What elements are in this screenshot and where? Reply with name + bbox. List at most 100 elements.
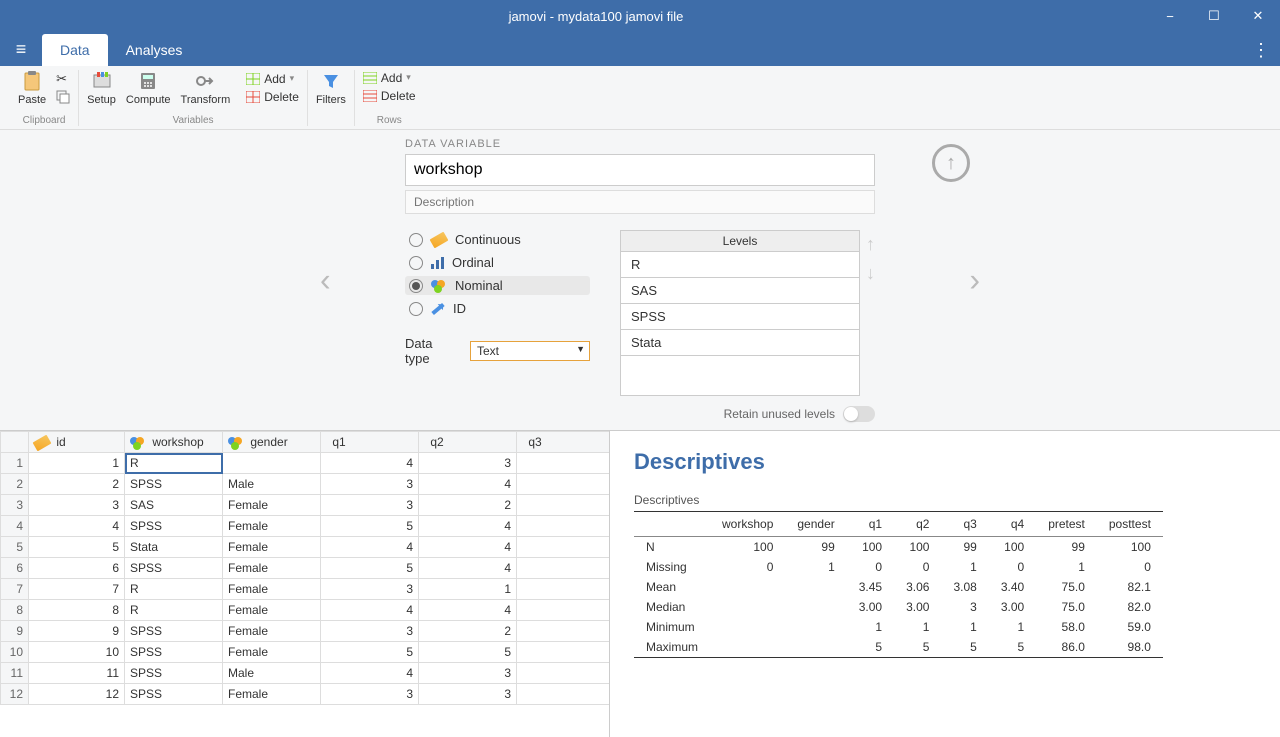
cell[interactable]: 9 xyxy=(29,621,125,642)
row-number[interactable]: 10 xyxy=(1,642,29,663)
close-button[interactable]: ✕ xyxy=(1236,0,1280,32)
cell[interactable]: Female xyxy=(223,600,321,621)
collapse-editor-button[interactable]: ↑ xyxy=(932,144,970,182)
overflow-menu-button[interactable]: ⋮ xyxy=(1252,40,1270,61)
paste-button[interactable]: Paste xyxy=(18,70,46,106)
cell[interactable]: Female xyxy=(223,684,321,705)
row-number[interactable]: 2 xyxy=(1,474,29,495)
cell[interactable]: SPSS xyxy=(125,474,223,495)
level-item[interactable]: R xyxy=(620,252,860,278)
cell[interactable]: 3 xyxy=(321,621,419,642)
cell[interactable]: SAS xyxy=(125,495,223,516)
cell[interactable] xyxy=(517,495,611,516)
cell[interactable]: Male xyxy=(223,663,321,684)
cell[interactable]: Female xyxy=(223,558,321,579)
row-number[interactable]: 5 xyxy=(1,537,29,558)
row-number[interactable]: 4 xyxy=(1,516,29,537)
row-number[interactable]: 6 xyxy=(1,558,29,579)
tab-analyses[interactable]: Analyses xyxy=(108,34,201,66)
row-number[interactable]: 3 xyxy=(1,495,29,516)
cell[interactable]: 3 xyxy=(321,474,419,495)
spreadsheet[interactable]: id workshop gender q1 q2 q3 11R4322SPSSM… xyxy=(0,431,610,737)
cell[interactable]: 6 xyxy=(29,558,125,579)
column-header-gender[interactable]: gender xyxy=(223,432,321,453)
cell[interactable]: 4 xyxy=(419,537,517,558)
cell[interactable]: 5 xyxy=(29,537,125,558)
cell[interactable]: 4 xyxy=(419,516,517,537)
cell[interactable] xyxy=(517,453,611,474)
cell[interactable]: 11 xyxy=(29,663,125,684)
column-header-q2[interactable]: q2 xyxy=(419,432,517,453)
cell[interactable]: Female xyxy=(223,516,321,537)
cell[interactable]: 1 xyxy=(419,579,517,600)
setup-button[interactable]: Setup xyxy=(87,70,116,106)
cell[interactable] xyxy=(517,642,611,663)
cell[interactable]: 5 xyxy=(419,642,517,663)
level-item[interactable]: SAS xyxy=(620,278,860,304)
level-item[interactable]: Stata xyxy=(620,330,860,356)
cell[interactable]: 4 xyxy=(321,663,419,684)
cell[interactable] xyxy=(517,621,611,642)
row-add-button[interactable]: Add ▾ xyxy=(363,70,416,86)
retain-levels-toggle[interactable] xyxy=(843,406,875,422)
cell[interactable]: 1 xyxy=(29,453,125,474)
cell[interactable]: 3 xyxy=(419,663,517,684)
cell[interactable]: SPSS xyxy=(125,558,223,579)
cell[interactable]: R xyxy=(125,453,223,474)
cell[interactable]: 4 xyxy=(321,537,419,558)
datatype-select[interactable]: Text xyxy=(470,341,590,361)
cell[interactable] xyxy=(517,579,611,600)
measure-id[interactable]: ID xyxy=(405,299,590,318)
cell[interactable]: 2 xyxy=(419,621,517,642)
cell[interactable]: Female xyxy=(223,579,321,600)
cell[interactable]: Female xyxy=(223,537,321,558)
cell[interactable]: SPSS xyxy=(125,642,223,663)
measure-continuous[interactable]: Continuous xyxy=(405,230,590,249)
level-down-button[interactable]: ↓ xyxy=(866,263,875,284)
cell[interactable]: 4 xyxy=(419,600,517,621)
cell[interactable] xyxy=(517,537,611,558)
cell[interactable]: SPSS xyxy=(125,621,223,642)
cell[interactable]: 12 xyxy=(29,684,125,705)
variable-description-input[interactable] xyxy=(405,190,875,214)
cell[interactable]: 3 xyxy=(321,495,419,516)
cell[interactable]: SPSS xyxy=(125,663,223,684)
cell[interactable]: Male xyxy=(223,474,321,495)
cell[interactable]: 5 xyxy=(321,642,419,663)
cell[interactable] xyxy=(517,684,611,705)
level-up-button[interactable]: ↑ xyxy=(866,234,875,255)
column-header-id[interactable]: id xyxy=(29,432,125,453)
measure-nominal[interactable]: Nominal xyxy=(405,276,590,295)
measure-ordinal[interactable]: Ordinal xyxy=(405,253,590,272)
cell[interactable] xyxy=(223,453,321,474)
maximize-button[interactable]: ☐ xyxy=(1192,0,1236,32)
cell[interactable]: 3 xyxy=(321,684,419,705)
row-delete-button[interactable]: Delete xyxy=(363,88,416,104)
filters-button[interactable]: Filters xyxy=(316,70,346,106)
cell[interactable]: 5 xyxy=(321,558,419,579)
cell[interactable]: Female xyxy=(223,621,321,642)
column-header-q1[interactable]: q1 xyxy=(321,432,419,453)
cell[interactable]: R xyxy=(125,600,223,621)
copy-icon[interactable] xyxy=(56,90,70,104)
cell[interactable]: 10 xyxy=(29,642,125,663)
cell[interactable]: 4 xyxy=(419,558,517,579)
minimize-button[interactable]: − xyxy=(1148,0,1192,32)
column-header-workshop[interactable]: workshop xyxy=(125,432,223,453)
results-panel[interactable]: Descriptives Descriptives workshopgender… xyxy=(610,431,1280,737)
cell[interactable]: Female xyxy=(223,642,321,663)
compute-button[interactable]: Compute xyxy=(126,70,171,106)
cell[interactable]: SPSS xyxy=(125,684,223,705)
cell[interactable]: 8 xyxy=(29,600,125,621)
transform-button[interactable]: Transform xyxy=(181,70,231,106)
row-number[interactable]: 8 xyxy=(1,600,29,621)
cell[interactable]: 4 xyxy=(321,600,419,621)
cell[interactable]: SPSS xyxy=(125,516,223,537)
cell[interactable]: 2 xyxy=(29,474,125,495)
cell[interactable] xyxy=(517,474,611,495)
next-variable-button[interactable]: › xyxy=(969,262,980,299)
cell[interactable] xyxy=(517,516,611,537)
cell[interactable]: 3 xyxy=(419,453,517,474)
row-number[interactable]: 9 xyxy=(1,621,29,642)
cell[interactable]: 3 xyxy=(29,495,125,516)
